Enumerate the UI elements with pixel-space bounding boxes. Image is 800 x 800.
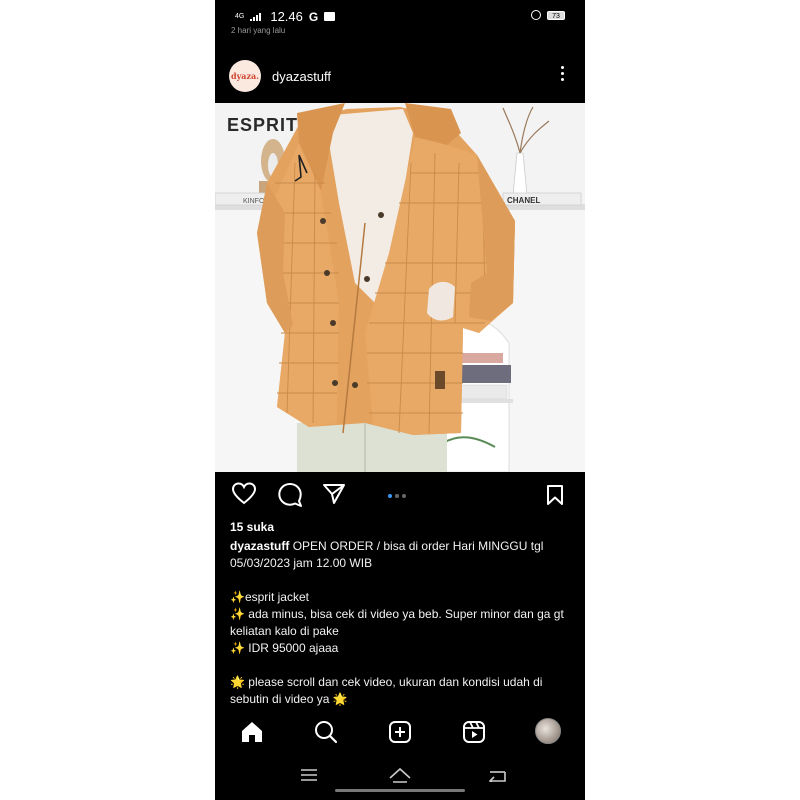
status-time: 12.46 xyxy=(270,9,303,24)
home-icon[interactable] xyxy=(240,720,264,749)
alarm-icon xyxy=(531,10,541,20)
more-options-icon[interactable] xyxy=(561,66,565,86)
google-icon: G xyxy=(308,9,319,24)
phone-screen: 4G 12.46 G 73 2 hari yang lalu dyaza. dy… xyxy=(215,0,585,800)
caption-gap xyxy=(230,572,575,589)
home-button-icon[interactable] xyxy=(388,766,412,789)
reels-icon[interactable] xyxy=(462,720,486,749)
menu-icon[interactable] xyxy=(300,768,318,787)
signal-icon xyxy=(250,12,264,21)
bookmark-icon[interactable] xyxy=(545,484,565,511)
carousel-dot-2 xyxy=(395,494,399,498)
network-label: 4G xyxy=(235,13,245,20)
profile-avatar[interactable] xyxy=(535,718,561,744)
share-icon[interactable] xyxy=(322,483,346,510)
back-icon[interactable] xyxy=(488,768,506,787)
post-username[interactable]: dyazastuff xyxy=(272,69,331,84)
create-icon[interactable] xyxy=(388,720,412,749)
carousel-dot-1 xyxy=(388,494,392,498)
caption-line-4: ✨ ada minus, bisa cek di video ya beb. S… xyxy=(230,607,564,638)
system-navigation xyxy=(215,760,585,790)
carousel-dot-3 xyxy=(402,494,406,498)
post-action-bar xyxy=(215,480,585,512)
caption-username[interactable]: dyazastuff xyxy=(230,539,289,553)
bottom-navigation xyxy=(215,712,585,752)
caption-line-7: 🌟 please scroll dan cek video, ukuran da… xyxy=(230,675,543,706)
battery-icon: 73 xyxy=(547,10,565,20)
caption-line-1: dyazastuff OPEN ORDER / bisa di order Ha… xyxy=(230,538,575,572)
caption-line-5: ✨ IDR 95000 ajaaa xyxy=(230,641,339,655)
shelf-book-label: KINFO xyxy=(243,198,265,205)
esprit-logo: ESPRIT xyxy=(227,115,298,135)
mail-icon xyxy=(324,12,336,21)
post-photo[interactable]: CHANEL KINFO ESPRIT xyxy=(215,103,585,472)
home-indicator-bar xyxy=(335,789,465,792)
caption-gap xyxy=(230,657,575,674)
search-icon[interactable] xyxy=(314,720,338,749)
likes-count[interactable]: 15 suka xyxy=(230,520,274,534)
chanel-book-label: CHANEL xyxy=(507,196,540,205)
previous-post-timestamp: 2 hari yang lalu xyxy=(231,26,286,35)
photo-scene: CHANEL KINFO ESPRIT xyxy=(215,103,585,472)
heart-icon[interactable] xyxy=(231,482,257,511)
carousel-indicator xyxy=(388,494,406,498)
user-avatar[interactable]: dyaza. xyxy=(229,60,261,92)
comment-icon[interactable] xyxy=(277,482,303,513)
post-header: dyaza. dyazastuff xyxy=(215,58,585,98)
post-caption: dyazastuff OPEN ORDER / bisa di order Ha… xyxy=(230,538,575,708)
caption-line-3: ✨esprit jacket xyxy=(230,590,309,604)
